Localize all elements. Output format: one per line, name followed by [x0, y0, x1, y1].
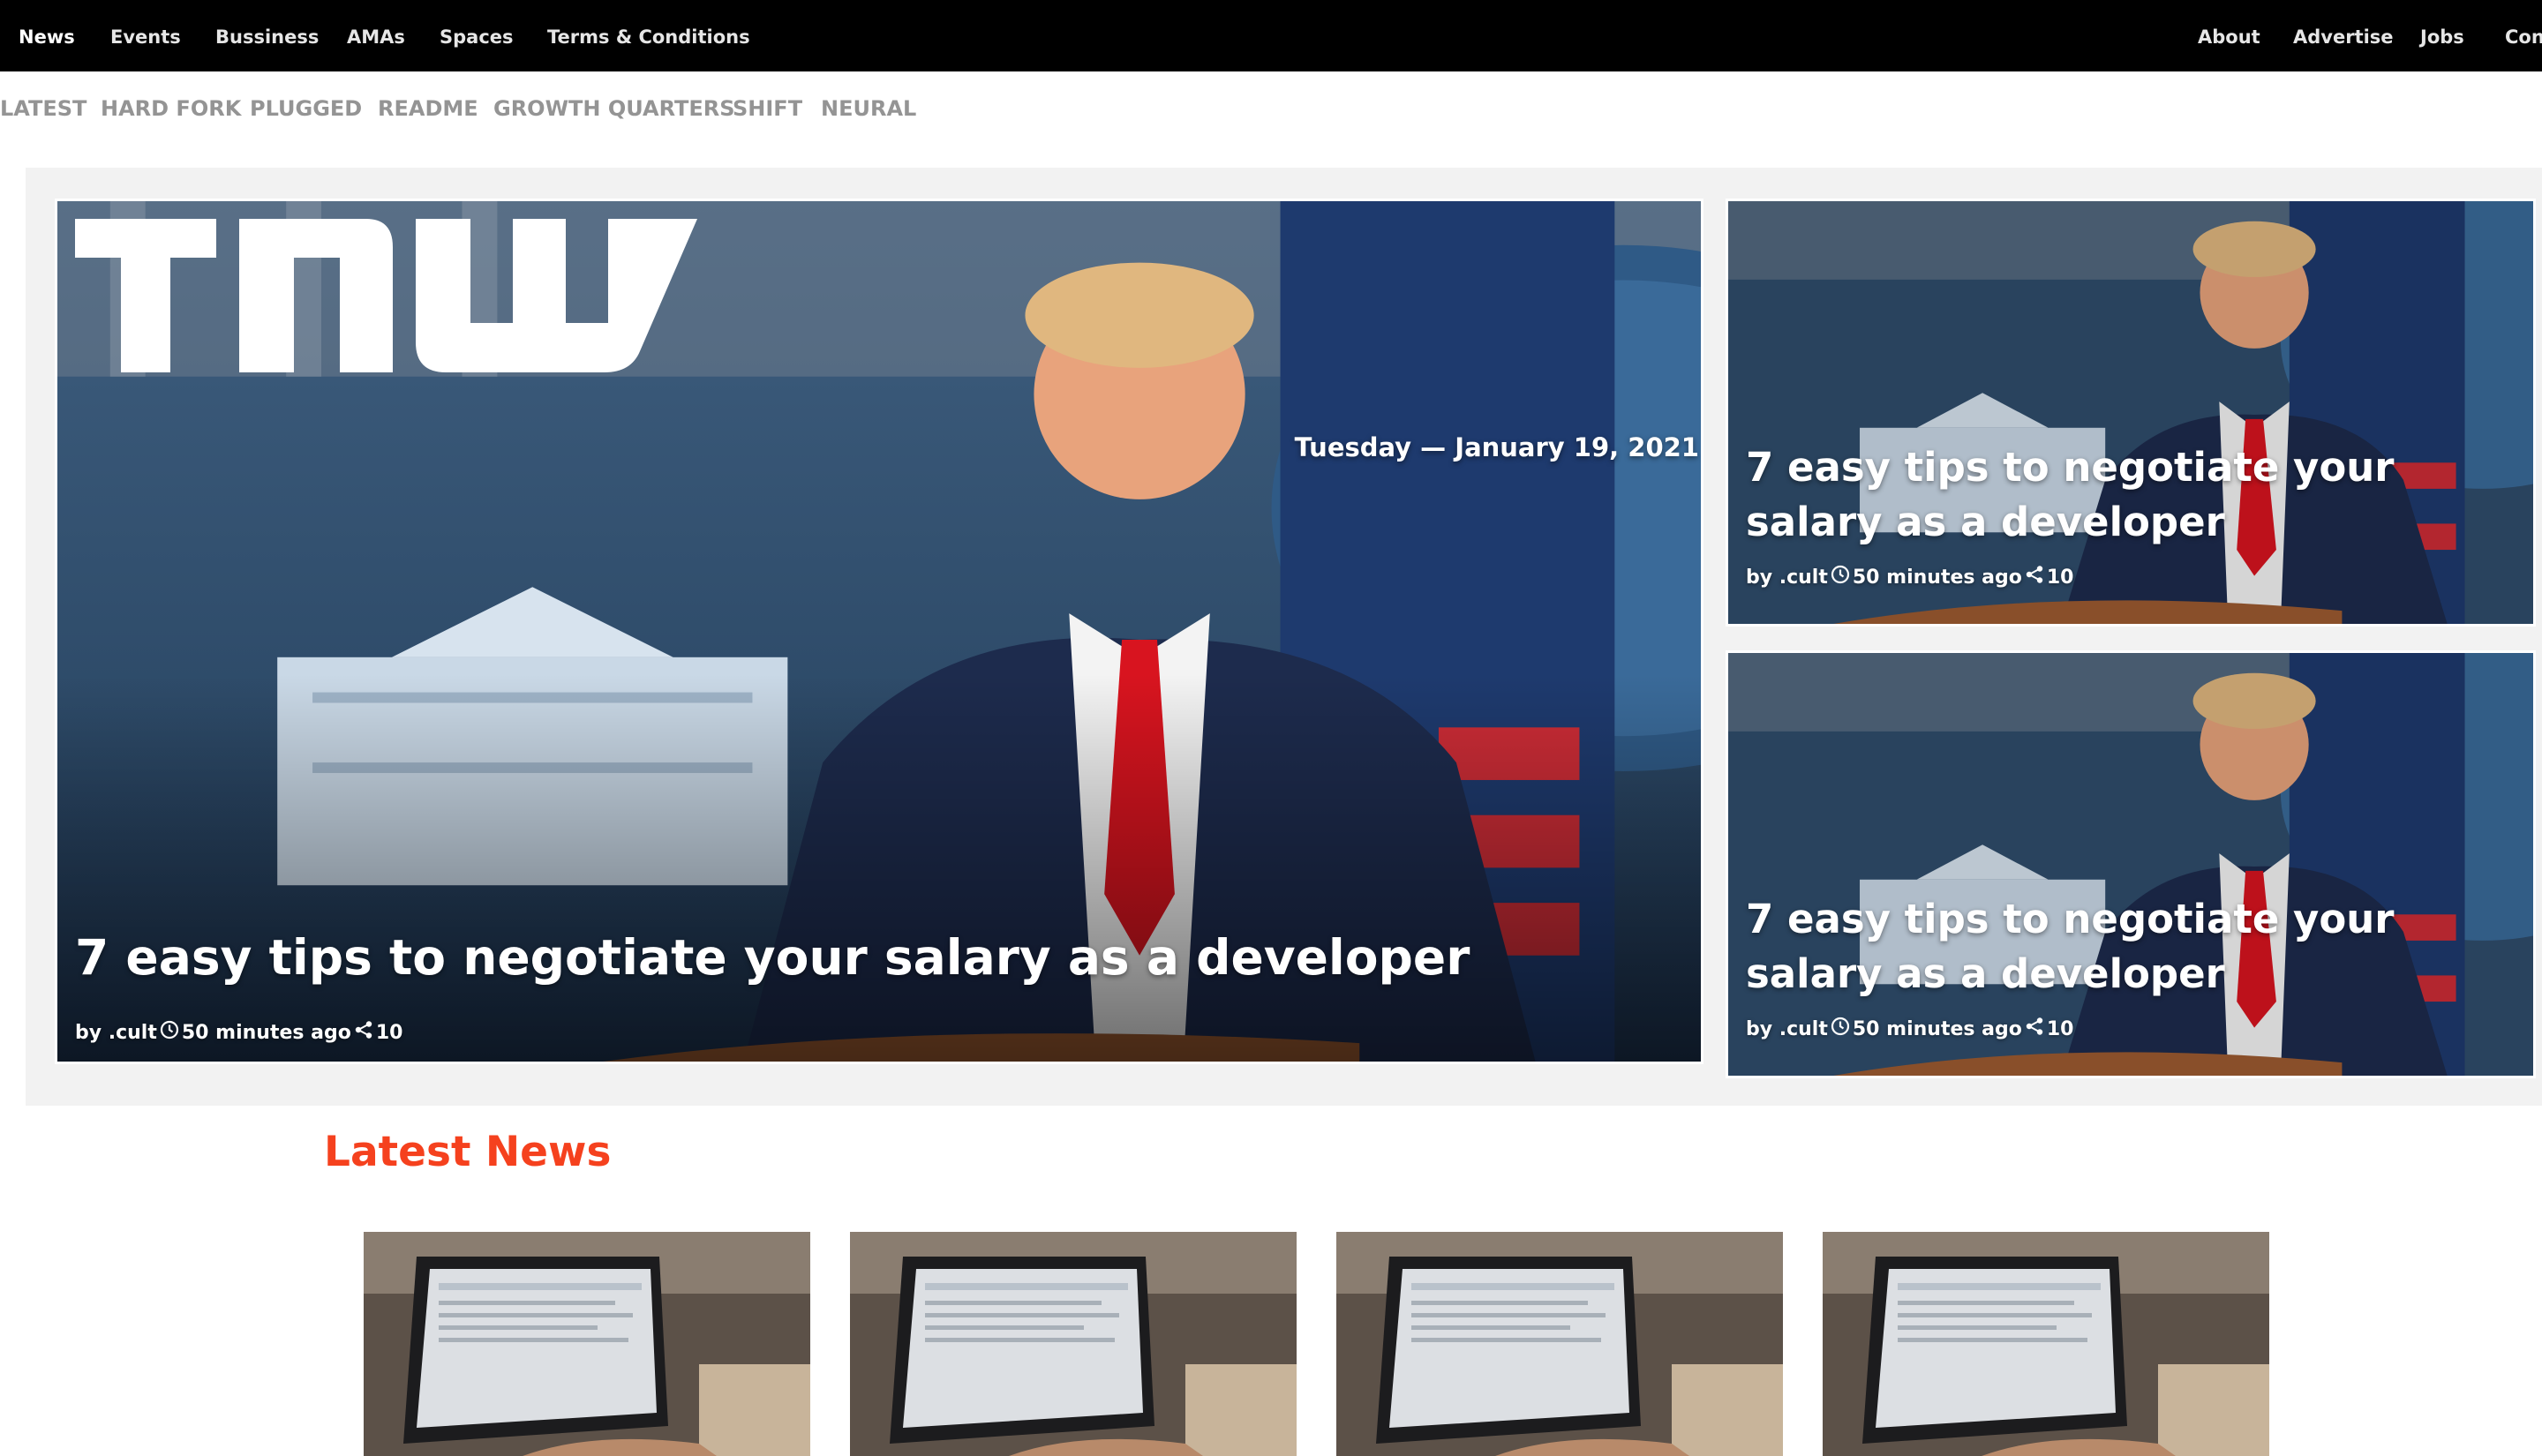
- hero-side-title[interactable]: 7 easy tips to negotiate your salary as …: [1746, 440, 2523, 550]
- section-growth-quarters[interactable]: GROWTH QUARTERS: [493, 94, 735, 124]
- hero-date: Tuesday — January 19, 2021: [1294, 432, 1699, 462]
- nav-events[interactable]: Events: [110, 0, 181, 71]
- article-time: 50 minutes ago: [1852, 1017, 2022, 1040]
- hero-side-image: [1728, 653, 2533, 1076]
- article-time: 50 minutes ago: [1852, 566, 2022, 589]
- nav-advertise[interactable]: Advertise: [2293, 0, 2394, 71]
- hero-main-card[interactable]: Tuesday — January 19, 2021 7 easy tips t…: [55, 199, 1703, 1064]
- nav-about[interactable]: About: [2198, 0, 2260, 71]
- nav-terms[interactable]: Terms & Conditions: [547, 0, 750, 71]
- article-shares: 10: [2046, 566, 2074, 589]
- section-hard-fork[interactable]: HARD FORK: [101, 94, 241, 124]
- clock-icon: [1831, 565, 1850, 589]
- article-author: by .cult: [1746, 566, 1828, 589]
- hero-side-meta: by .cult 50 minutes ago 10: [1746, 1017, 2073, 1041]
- share-icon: [2025, 565, 2044, 589]
- latest-news-card[interactable]: [850, 1232, 1297, 1456]
- share-icon: [354, 1020, 373, 1045]
- section-neural[interactable]: NEURAL: [821, 94, 916, 124]
- section-plugged[interactable]: PLUGGED: [250, 94, 362, 124]
- tnw-logo: [75, 219, 697, 372]
- section-shift[interactable]: SHIFT: [733, 94, 802, 124]
- latest-news-image: [1336, 1232, 1783, 1456]
- hero-side-image: [1728, 201, 2533, 624]
- latest-news-card[interactable]: [1823, 1232, 2269, 1456]
- latest-news-heading: Latest News: [324, 1128, 612, 1176]
- hero-main-meta: by .cult 50 minutes ago 10: [75, 1020, 402, 1045]
- nav-jobs[interactable]: Jobs: [2420, 0, 2464, 71]
- nav-spaces[interactable]: Spaces: [440, 0, 514, 71]
- latest-news-image: [364, 1232, 810, 1456]
- section-latest[interactable]: LATEST: [0, 94, 86, 124]
- top-navigation-bar: News Events Bussiness AMAs Spaces Terms …: [0, 0, 2542, 71]
- hero-side-meta: by .cult 50 minutes ago 10: [1746, 565, 2073, 589]
- share-icon: [2025, 1017, 2044, 1041]
- hero-side-card[interactable]: 7 easy tips to negotiate your salary as …: [1726, 650, 2536, 1078]
- article-author: by .cult: [75, 1021, 157, 1044]
- latest-news-image: [1823, 1232, 2269, 1456]
- nav-amas[interactable]: AMAs: [347, 0, 405, 71]
- latest-news-image: [850, 1232, 1297, 1456]
- article-shares: 10: [375, 1021, 403, 1044]
- latest-news-card[interactable]: [364, 1232, 810, 1456]
- section-readme[interactable]: README: [378, 94, 478, 124]
- article-shares: 10: [2046, 1017, 2074, 1040]
- hero-side-title[interactable]: 7 easy tips to negotiate your salary as …: [1746, 892, 2523, 1002]
- hero-main-title[interactable]: 7 easy tips to negotiate your salary as …: [75, 929, 1470, 986]
- clock-icon: [160, 1020, 179, 1045]
- nav-business[interactable]: Bussiness: [215, 0, 319, 71]
- hero-side-card[interactable]: 7 easy tips to negotiate your salary as …: [1726, 199, 2536, 627]
- nav-news[interactable]: News: [19, 0, 75, 71]
- clock-icon: [1831, 1017, 1850, 1041]
- article-author: by .cult: [1746, 1017, 1828, 1040]
- latest-news-card[interactable]: [1336, 1232, 1783, 1456]
- article-time: 50 minutes ago: [181, 1021, 351, 1044]
- nav-contact[interactable]: Cont: [2505, 0, 2542, 71]
